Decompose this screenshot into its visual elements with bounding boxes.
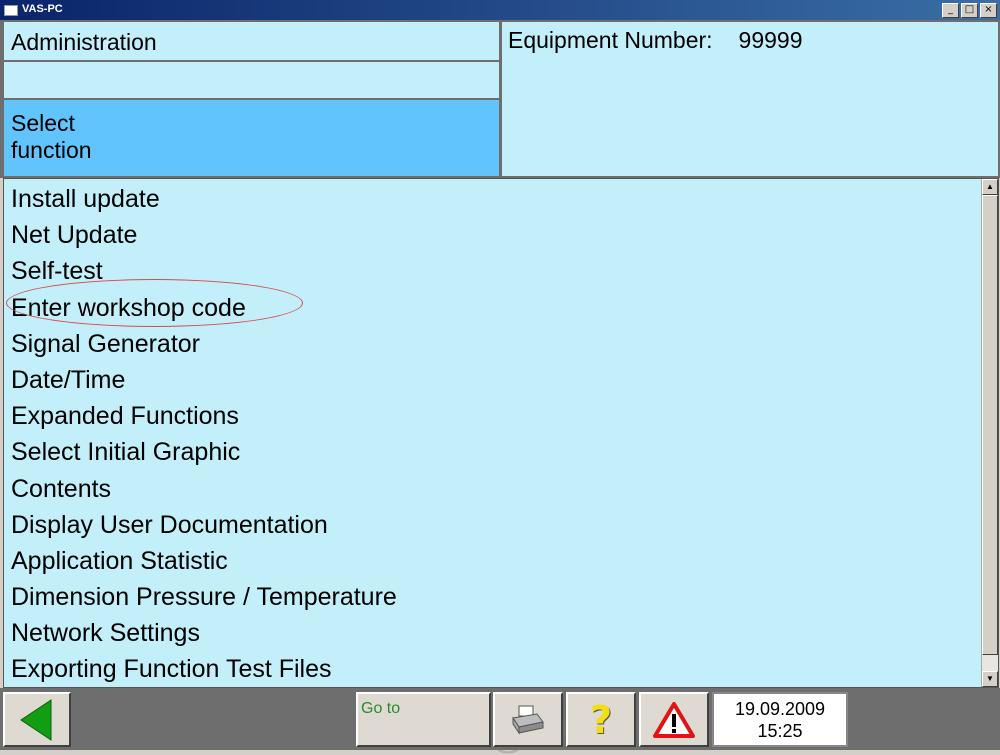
list-item-signal-generator[interactable]: Signal Generator [11,327,397,363]
scroll-thumb[interactable] [982,195,998,655]
header-panel: Administration Select function Equipment… [0,20,1000,178]
title-bar: VAS-PC _ □ × [0,0,1000,20]
list-item-display-user-documentation[interactable]: Display User Documentation [11,508,397,544]
list-item-dimension-pressure-temperature[interactable]: Dimension Pressure / Temperature [11,580,397,616]
function-list-panel: Install update Net Update Self-test Ente… [3,178,999,688]
print-button[interactable] [493,692,563,747]
equipment-number: 99999 [738,27,803,53]
sub-title [4,62,499,98]
window-title: VAS-PC [22,3,63,15]
goto-button[interactable]: Go to [356,692,491,747]
maximize-button[interactable]: □ [961,3,978,18]
scroll-down-button[interactable]: ▼ [982,671,998,687]
time-text: 15:25 [757,721,803,741]
printer-icon [512,705,544,735]
warning-button[interactable] [639,692,709,747]
date-time-display: 19.09.2009 15:25 [712,692,848,747]
question-mark-icon: ? [589,697,613,742]
equipment-info: Equipment Number: 99999 [502,22,998,176]
list-item-select-initial-graphic[interactable]: Select Initial Graphic [11,435,397,471]
app-icon [4,5,18,16]
list-item-contents[interactable]: Contents [11,472,397,508]
select-function-prompt: Select function [4,100,499,176]
circle-annotation [6,279,303,327]
date-text: 19.09.2009 [734,699,826,719]
back-button[interactable] [3,692,71,747]
help-button[interactable]: ? [566,692,636,747]
list-item-date-time[interactable]: Date/Time [11,363,397,399]
minimize-button[interactable]: _ [942,3,959,18]
warning-triangle-icon [653,701,695,738]
close-button[interactable]: × [980,3,997,18]
mode-title: Administration [4,22,499,60]
equipment-label: Equipment Number: [508,27,713,53]
list-item-application-statistic[interactable]: Application Statistic [11,544,397,580]
footer-toolbar: Kingbolen Go to ? 1 [0,688,1000,754]
back-arrow-icon [20,698,52,741]
list-item-expanded-functions[interactable]: Expanded Functions [11,399,397,435]
vertical-scrollbar[interactable]: ▲ ▼ [981,179,998,687]
scroll-up-button[interactable]: ▲ [982,179,998,195]
list-item-net-update[interactable]: Net Update [11,218,397,254]
list-item-network-settings[interactable]: Network Settings [11,616,397,652]
list-item-exporting-function-test-files[interactable]: Exporting Function Test Files [11,652,397,688]
function-list: Install update Net Update Self-test Ente… [11,182,397,689]
list-item-install-update[interactable]: Install update [11,182,397,218]
window-controls: _ □ × [942,3,997,18]
